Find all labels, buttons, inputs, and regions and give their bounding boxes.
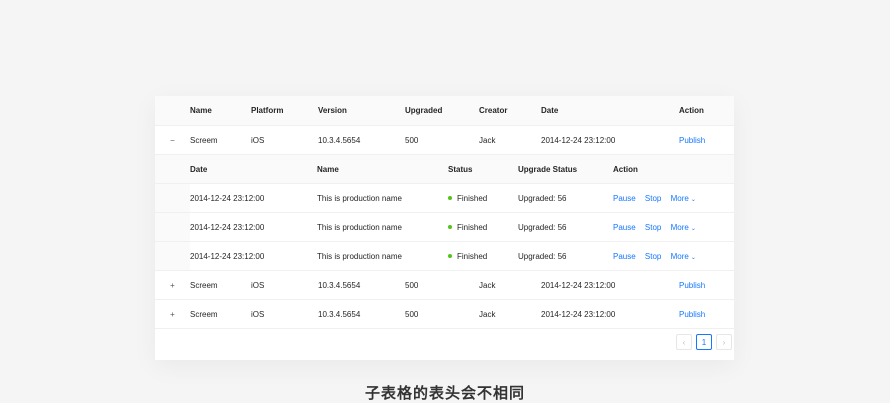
sub-cell-actions: Pause Stop More ⌄ [613,241,734,270]
sub-cell-upgrade: Upgraded: 56 [518,241,613,270]
stop-link[interactable]: Stop [645,252,661,261]
sub-cell-actions: Pause Stop More ⌄ [613,212,734,242]
cell-platform: iOS [251,299,318,329]
cell-version: 10.3.4.5654 [318,299,405,329]
pagination: ‹ 1 › [676,334,732,350]
column-header-upgraded: Upgraded [405,96,479,126]
more-dropdown[interactable]: More ⌄ [671,223,696,232]
column-header-creator: Creator [479,96,541,126]
sub-cell-upgrade: Upgraded: 56 [518,183,613,213]
sub-column-header-status: Status [448,155,518,184]
sub-cell-date: 2014-12-24 23:12:00 [190,241,317,270]
sub-cell-upgrade: Upgraded: 56 [518,212,613,242]
cell-upgraded: 500 [405,270,479,300]
prev-page-button[interactable]: ‹ [676,334,692,350]
table-row: − Screem iOS 10.3.4.5654 500 Jack 2014-1… [155,125,734,155]
status-text: Finished [457,193,488,203]
sub-cell-status: Finished [448,183,518,213]
publish-link[interactable]: Publish [679,136,705,145]
sub-table-row: 2014-12-24 23:12:00 This is production n… [155,183,734,213]
sub-column-header-name: Name [317,155,448,184]
cell-creator: Jack [479,125,541,155]
column-header-platform: Platform [251,96,318,126]
sub-table-row: 2014-12-24 23:12:00 This is production n… [155,241,734,270]
sub-cell-name: This is production name [317,183,448,213]
more-label: More [670,251,689,261]
status-text: Finished [457,251,488,261]
publish-link[interactable]: Publish [679,281,705,290]
cell-version: 10.3.4.5654 [318,125,405,155]
sub-cell-date: 2014-12-24 23:12:00 [190,183,317,213]
chevron-left-icon: ‹ [682,337,686,347]
cell-name: Screem [190,270,251,300]
column-header-date: Date [541,96,679,126]
sub-column-header-date: Date [190,155,317,184]
stop-link[interactable]: Stop [645,194,661,203]
table-row: + Screem iOS 10.3.4.5654 500 Jack 2014-1… [155,270,734,300]
status-success-icon [448,224,452,229]
cell-version: 10.3.4.5654 [318,270,405,300]
cell-creator: Jack [479,299,541,329]
cell-name: Screem [190,299,251,329]
sub-column-header-action: Action [613,155,734,184]
next-page-button[interactable]: › [716,334,732,350]
pause-link[interactable]: Pause [613,223,636,232]
chevron-down-icon: ⌄ [690,225,696,232]
status-success-icon [448,195,452,200]
cell-platform: iOS [251,125,318,155]
pause-link[interactable]: Pause [613,194,636,203]
more-dropdown[interactable]: More ⌄ [671,252,696,261]
stop-link[interactable]: Stop [645,223,661,232]
expand-column-header [155,96,190,126]
column-header-action: Action [679,96,734,126]
sub-cell-name: This is production name [317,241,448,270]
sub-cell-name: This is production name [317,212,448,242]
chevron-right-icon: › [722,337,726,347]
sub-table: Date Name Status Upgrade Status Action 2… [155,155,734,270]
pause-link[interactable]: Pause [613,252,636,261]
cell-upgraded: 500 [405,299,479,329]
publish-link[interactable]: Publish [679,310,705,319]
cell-platform: iOS [251,270,318,300]
cell-date: 2014-12-24 23:12:00 [541,299,679,329]
table-row: + Screem iOS 10.3.4.5654 500 Jack 2014-1… [155,299,734,329]
expand-row-icon[interactable]: + [155,299,190,329]
collapse-row-icon[interactable]: − [155,125,190,155]
more-label: More [670,222,689,232]
cell-creator: Jack [479,270,541,300]
sub-cell-actions: Pause Stop More ⌄ [613,183,734,213]
sub-column-header-upgrade-status: Upgrade Status [518,155,613,184]
sub-cell-status: Finished [448,241,518,270]
status-success-icon [448,253,452,258]
column-header-version: Version [318,96,405,126]
chevron-down-icon: ⌄ [690,196,696,203]
expand-row-icon[interactable]: + [155,270,190,300]
page-1-button[interactable]: 1 [696,334,712,350]
more-label: More [670,193,689,203]
status-text: Finished [457,222,488,232]
cell-upgraded: 500 [405,125,479,155]
nested-table-card: Name Platform Version Upgraded Creator D… [155,96,734,360]
sub-table-header: Date Name Status Upgrade Status Action [155,155,734,184]
cell-date: 2014-12-24 23:12:00 [541,270,679,300]
column-header-name: Name [190,96,251,126]
main-table: Name Platform Version Upgraded Creator D… [155,96,734,329]
sub-cell-date: 2014-12-24 23:12:00 [190,212,317,242]
more-dropdown[interactable]: More ⌄ [671,194,696,203]
chevron-down-icon: ⌄ [690,254,696,261]
cell-name: Screem [190,125,251,155]
main-table-header: Name Platform Version Upgraded Creator D… [155,96,734,126]
sub-table-row: 2014-12-24 23:12:00 This is production n… [155,212,734,242]
cell-date: 2014-12-24 23:12:00 [541,125,679,155]
sub-cell-status: Finished [448,212,518,242]
expanded-row: Date Name Status Upgrade Status Action 2… [155,154,734,271]
